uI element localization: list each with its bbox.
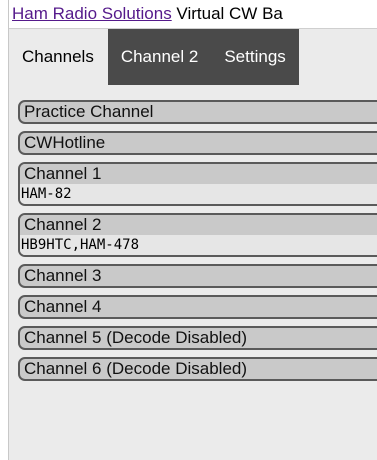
channel-item-6[interactable]: Channel 6 (Decode Disabled) [18,357,377,381]
tab-channel-2[interactable]: Channel 2 [107,29,212,85]
page-header: Ham Radio Solutions Virtual CW Ba [9,0,377,29]
site-link[interactable]: Ham Radio Solutions [12,4,172,23]
channel-list: Practice Channel CWHotline Channel 1 HAM… [9,85,377,460]
channel-name: Channel 2 [20,215,377,235]
tab-bar: Channels Channel 2 Settings [9,29,377,85]
channel-item-5[interactable]: Channel 5 (Decode Disabled) [18,326,377,350]
channel-item-3[interactable]: Channel 3 [18,264,377,288]
app-frame: Ham Radio Solutions Virtual CW Ba Channe… [8,0,377,460]
channel-item-1[interactable]: Channel 1 HAM-82 [18,162,377,206]
channel-name: CWHotline [24,133,106,152]
channel-item-cwhotline[interactable]: CWHotline [18,131,377,155]
channel-item-4[interactable]: Channel 4 [18,295,377,319]
channel-users: HAM-82 [20,184,377,204]
channel-users: HB9HTC,HAM-478 [20,235,377,255]
channel-name: Channel 4 [24,297,102,316]
tab-channels[interactable]: Channels [9,29,108,85]
channel-name: Channel 1 [20,164,377,184]
page-title: Virtual CW Ba [171,4,283,23]
channel-item-2[interactable]: Channel 2 HB9HTC,HAM-478 [18,213,377,257]
channel-name: Channel 6 (Decode Disabled) [24,359,248,378]
channel-name: Practice Channel [24,102,154,121]
channel-name: Channel 3 [24,266,102,285]
channel-name: Channel 5 (Decode Disabled) [24,328,248,347]
channel-item-practice[interactable]: Practice Channel [18,100,377,124]
tab-settings[interactable]: Settings [211,29,299,85]
